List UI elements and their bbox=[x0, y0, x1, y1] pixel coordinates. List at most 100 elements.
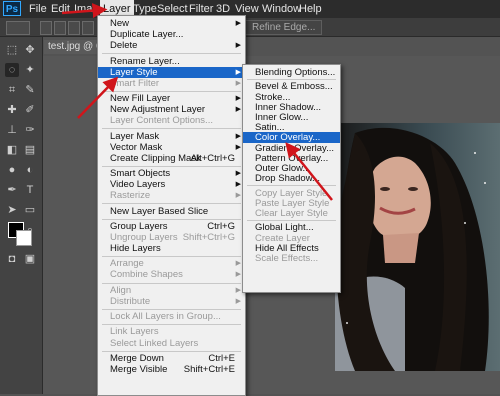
menu-item-hide-layers[interactable]: Hide Layers bbox=[98, 243, 245, 254]
menu-edit[interactable]: Edit bbox=[48, 0, 73, 18]
history-brush-icon[interactable]: ✑ bbox=[23, 123, 37, 137]
menu-item-layer-style[interactable]: Layer Style ▶ bbox=[98, 66, 245, 78]
dodge-tool-icon[interactable]: ◐ bbox=[23, 163, 37, 177]
crop-tool-icon[interactable]: ⌗ bbox=[5, 83, 19, 97]
marquee-tool-icon[interactable]: ⬚ bbox=[5, 43, 19, 57]
new-selection-icon[interactable] bbox=[40, 21, 52, 35]
menu-item-label: Duplicate Layer... bbox=[110, 29, 184, 41]
menu-item-shortcut: Ctrl+E bbox=[208, 352, 235, 364]
menu-separator bbox=[102, 218, 241, 220]
layer-style-submenu: Blending Options... Bevel & Emboss... Stro… bbox=[242, 64, 341, 293]
menu-item-create-clipping-mask[interactable]: Create Clipping Mask Alt+Ctrl+G bbox=[98, 153, 245, 164]
menu-file[interactable]: File bbox=[26, 0, 50, 18]
menu-item-clear-layer-style: Clear Layer Style bbox=[243, 208, 340, 219]
brush-tool-icon[interactable]: ✐ bbox=[23, 103, 37, 117]
menu-item-label: Distribute bbox=[110, 295, 151, 307]
menu-separator bbox=[247, 79, 336, 81]
menu-separator bbox=[102, 350, 241, 352]
menu-item-label: Blending Options... bbox=[255, 67, 336, 78]
menu-item-shortcut: Shift+Ctrl+E bbox=[183, 363, 235, 375]
menu-item-rasterize: Rasterize ▶ bbox=[98, 190, 245, 201]
menu-item-shortcut: Shift+Ctrl+G bbox=[182, 231, 235, 243]
menu-item-delete[interactable]: Delete ▶ bbox=[98, 40, 245, 51]
submenu-arrow-icon: ▶ bbox=[235, 42, 241, 50]
menu-item-merge-down[interactable]: Merge Down Ctrl+E bbox=[98, 353, 245, 364]
menu-item-combine-shapes: Combine Shapes ▶ bbox=[98, 269, 245, 280]
menu-item-rename-layer[interactable]: Rename Layer... bbox=[98, 56, 245, 67]
menu-item-video-layers[interactable]: Video Layers ▶ bbox=[98, 179, 245, 190]
menu-item-shortcut: Alt+Ctrl+G bbox=[190, 152, 235, 164]
menu-item-new[interactable]: New ▶ bbox=[98, 18, 245, 29]
magic-wand-icon[interactable]: ✦ bbox=[23, 63, 37, 77]
subtract-selection-icon[interactable] bbox=[68, 21, 80, 35]
menu-separator bbox=[102, 282, 241, 284]
menu-item-smart-objects[interactable]: Smart Objects ▶ bbox=[98, 168, 245, 179]
eyedropper-icon[interactable]: ✎ bbox=[23, 83, 37, 97]
move-tool-icon[interactable]: ✥ bbox=[23, 43, 37, 57]
menu-item-label: Video Layers bbox=[110, 179, 166, 191]
menu-item-label: Hide Layers bbox=[110, 243, 161, 254]
menu-item-distribute: Distribute ▶ bbox=[98, 296, 245, 307]
type-tool-icon[interactable]: T bbox=[23, 183, 37, 197]
lasso-tool-icon[interactable]: ◌ bbox=[5, 63, 19, 77]
menu-item-group-layers[interactable]: Group Layers Ctrl+G bbox=[98, 221, 245, 232]
menu-item-label: Drop Shadow... bbox=[255, 173, 320, 185]
healing-brush-icon[interactable]: ✚ bbox=[5, 103, 19, 117]
portrait-photo bbox=[335, 123, 500, 371]
menu-item-label: New Adjustment Layer bbox=[110, 104, 206, 116]
quick-mask-icon[interactable]: ◘ bbox=[5, 252, 19, 266]
menu-item-duplicate-layer[interactable]: Duplicate Layer... bbox=[98, 29, 245, 40]
add-selection-icon[interactable] bbox=[54, 21, 66, 35]
submenu-arrow-icon: ▶ bbox=[235, 170, 241, 177]
gradient-tool-icon[interactable]: ▤ bbox=[23, 143, 37, 157]
submenu-arrow-icon: ▶ bbox=[235, 260, 241, 268]
menu-item-label: Delete bbox=[110, 40, 138, 52]
menu-help[interactable]: Help bbox=[296, 0, 325, 18]
menu-item-label: Layer Style bbox=[110, 66, 158, 78]
background-color-swatch[interactable] bbox=[16, 230, 32, 246]
pen-tool-icon[interactable]: ✒ bbox=[5, 183, 19, 197]
menu-item-label: New bbox=[110, 18, 130, 29]
submenu-arrow-icon: ▶ bbox=[235, 143, 241, 151]
menu-item-drop-shadow[interactable]: Drop Shadow... bbox=[243, 173, 340, 184]
intersect-selection-icon[interactable] bbox=[82, 21, 94, 35]
menu-item-label: Arrange bbox=[110, 258, 144, 270]
menu-separator bbox=[247, 220, 336, 222]
clone-stamp-icon[interactable]: ⊥ bbox=[5, 123, 19, 137]
menu-item-label: Vector Mask bbox=[110, 141, 163, 153]
menu-item-label: Layer Content Options... bbox=[110, 115, 213, 127]
submenu-arrow-icon: ▶ bbox=[235, 68, 241, 76]
menu-item-label: Layer Mask bbox=[110, 130, 160, 142]
menu-item-new-adjustment-layer[interactable]: New Adjustment Layer ▶ bbox=[98, 104, 245, 115]
menu-item-label: Group Layers bbox=[110, 220, 168, 232]
menu-separator bbox=[102, 308, 241, 310]
menu-separator bbox=[102, 203, 241, 205]
submenu-arrow-icon: ▶ bbox=[235, 271, 241, 279]
menu-item-vector-mask[interactable]: Vector Mask ▶ bbox=[98, 142, 245, 153]
menu-item-link-layers: Link Layers bbox=[98, 326, 245, 337]
submenu-arrow-icon: ▶ bbox=[235, 95, 241, 102]
screen-mode-icon[interactable]: ▣ bbox=[23, 252, 37, 266]
refine-edge-button[interactable]: Refine Edge... bbox=[245, 20, 323, 35]
menu-item-layer-mask[interactable]: Layer Mask ▶ bbox=[98, 131, 245, 142]
menu-item-merge-visible[interactable]: Merge Visible Shift+Ctrl+E bbox=[98, 364, 245, 375]
lasso-preset-icon[interactable] bbox=[6, 21, 30, 35]
menu-item-label: Combine Shapes bbox=[110, 269, 183, 281]
menu-item-new-fill-layer[interactable]: New Fill Layer ▶ bbox=[98, 93, 245, 104]
eraser-tool-icon[interactable]: ◧ bbox=[5, 143, 19, 157]
options-bar: Refine Edge... bbox=[0, 18, 500, 37]
submenu-arrow-icon: ▶ bbox=[235, 297, 241, 305]
menu-bar: Ps File Edit Image Layer Type Select Fil… bbox=[0, 0, 500, 18]
menu-item-label: New Layer Based Slice bbox=[110, 205, 209, 217]
path-selection-icon[interactable]: ➤ bbox=[5, 203, 19, 217]
menu-separator bbox=[102, 256, 241, 258]
menu-item-new-layer-based-slice[interactable]: New Layer Based Slice bbox=[98, 206, 245, 217]
submenu-arrow-icon: ▶ bbox=[235, 106, 241, 114]
menu-item-label: Create Clipping Mask bbox=[110, 152, 201, 164]
menu-item-blending-options[interactable]: Blending Options... bbox=[243, 67, 340, 78]
shape-tool-icon[interactable]: ▭ bbox=[23, 203, 37, 217]
submenu-arrow-icon: ▶ bbox=[235, 181, 241, 189]
blur-tool-icon[interactable]: ● bbox=[5, 163, 19, 177]
submenu-arrow-icon: ▶ bbox=[235, 192, 241, 200]
layer-menu: New ▶ Duplicate Layer... Delete ▶ Rename Laye… bbox=[97, 15, 246, 396]
